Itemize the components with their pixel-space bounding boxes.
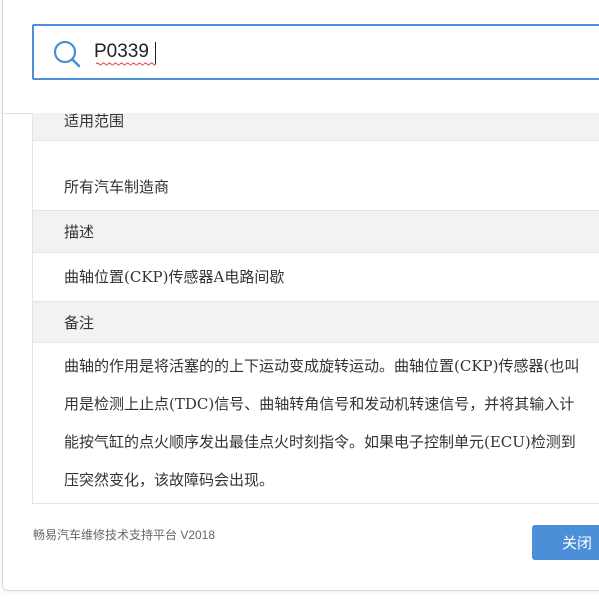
table-row-header: 适用范围 (33, 113, 599, 141)
spellcheck-underline (96, 62, 156, 66)
row-label-notes: 备注 (64, 314, 95, 332)
notes-line: 压突然变化，该故障码会出现。 (64, 471, 275, 489)
search-box[interactable] (32, 24, 599, 80)
table-row-header: 备注 (33, 302, 599, 343)
notes-line: 用是检测上止点(TDC)信号、曲轴转角信号和发动机转速信号，并将其输入计 (64, 395, 575, 413)
table-row-header: 描述 (33, 211, 599, 253)
notes-line: 能按气缸的点火顺序发出最佳点火时刻指令。如果电子控制单元(ECU)检测到 (64, 433, 576, 451)
search-icon[interactable] (52, 39, 82, 69)
text-caret (155, 42, 156, 64)
table-row: 所有汽车制造商 (33, 162, 599, 211)
search-input[interactable] (94, 37, 594, 67)
row-label-description: 描述 (64, 223, 95, 241)
table-row: 曲轴位置(CKP)传感器A电路间歇 (33, 253, 599, 302)
row-label-scope: 适用范围 (64, 113, 125, 130)
row-value-description: 曲轴位置(CKP)传感器A电路间歇 (64, 268, 285, 286)
table-row-notes: 曲轴的作用是将活塞的的上下运动变成旋转运动。曲轴位置(CKP)传感器(也叫 用是… (33, 343, 599, 503)
row-value-scope: 所有汽车制造商 (64, 178, 170, 196)
dialog: 适用范围 所有汽车制造商 描述 曲轴位置(CKP)传感器A电路间歇 备注 曲轴的… (2, 0, 599, 591)
search-area (3, 0, 599, 114)
notes-line: 曲轴的作用是将活塞的的上下运动变成旋转运动。曲轴位置(CKP)传感器(也叫 (64, 357, 580, 375)
platform-version-label: 畅易汽车维修技术支持平台 V2018 (33, 528, 216, 542)
result-table: 适用范围 所有汽车制造商 描述 曲轴位置(CKP)传感器A电路间歇 备注 曲轴的… (32, 113, 599, 504)
close-button[interactable]: 关闭 (532, 525, 599, 560)
